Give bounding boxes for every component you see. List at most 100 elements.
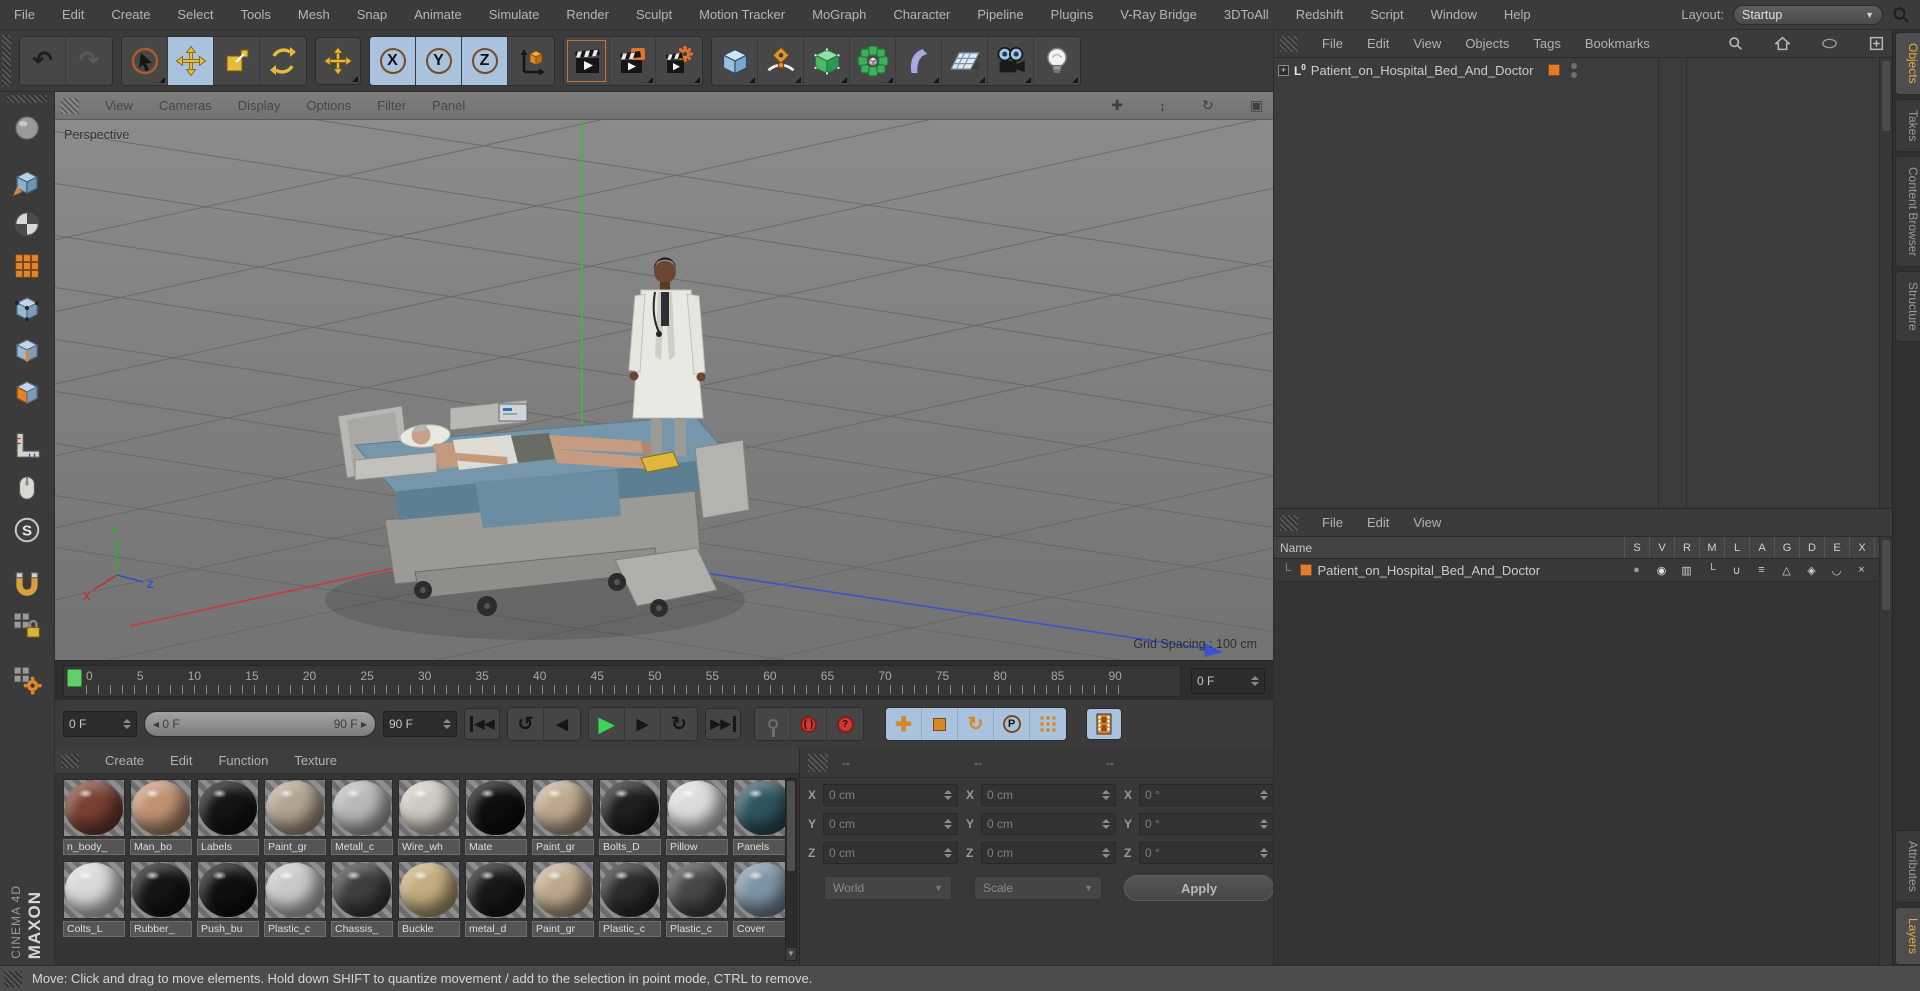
object-manager-menu-bookmarks[interactable]: Bookmarks xyxy=(1585,36,1650,51)
record-keyframe-button[interactable] xyxy=(755,708,791,740)
stepper-icon[interactable] xyxy=(1260,848,1268,858)
menu-file[interactable]: File xyxy=(14,7,35,22)
side-tab-content-browser[interactable]: Content Browser xyxy=(1895,156,1920,268)
y-axis-lock-button[interactable]: Y xyxy=(416,36,462,85)
autokey-button[interactable]: ( ) xyxy=(791,708,827,740)
generators-icon[interactable]: △ xyxy=(1774,564,1799,577)
goto-end-button[interactable]: ▶▶ xyxy=(705,708,741,740)
menu-character[interactable]: Character xyxy=(893,7,950,22)
state-dot-icon[interactable]: ● xyxy=(1624,564,1649,577)
layer-color-chip[interactable] xyxy=(1299,564,1312,576)
layout-select[interactable]: Startup ▼ xyxy=(1733,4,1883,25)
points-mode-button[interactable] xyxy=(7,288,47,328)
key-position-button[interactable]: ✚ xyxy=(886,708,922,740)
material-push-bu[interactable]: Push_bu xyxy=(197,861,259,937)
rotate-tool-button[interactable] xyxy=(260,36,306,85)
zoom-view-icon[interactable]: ↕ xyxy=(1159,98,1166,114)
menu-redshift[interactable]: Redshift xyxy=(1296,7,1344,22)
stepper-icon[interactable] xyxy=(1260,790,1268,800)
material-paint-gr[interactable]: Paint_gr xyxy=(532,779,594,855)
search-icon[interactable] xyxy=(1728,36,1743,51)
camera-button[interactable] xyxy=(988,36,1034,85)
side-tab-takes[interactable]: Takes xyxy=(1895,98,1920,153)
texture-mode-button[interactable] xyxy=(7,246,47,286)
material-paint-gr[interactable]: Paint_gr xyxy=(532,861,594,937)
coordinate-space-dropdown[interactable]: World ▼ xyxy=(824,876,952,900)
goto-start-button[interactable]: ◀◀ xyxy=(464,708,500,740)
end-frame-spinner[interactable]: 90 F xyxy=(383,711,457,737)
key-pla-button[interactable] xyxy=(1030,708,1066,740)
play-button[interactable]: ▶ xyxy=(589,708,625,740)
model-mode-button[interactable] xyxy=(7,204,47,244)
stepper-icon[interactable] xyxy=(1251,675,1259,686)
visibility-icon[interactable]: ◉ xyxy=(1649,564,1674,577)
workplane-button[interactable] xyxy=(7,426,47,466)
size-x-field[interactable]: 0 cm xyxy=(981,784,1116,806)
stepper-icon[interactable] xyxy=(944,848,952,858)
layer-manager-scrollbar[interactable] xyxy=(1879,537,1892,965)
menu-mograph[interactable]: MoGraph xyxy=(812,7,866,22)
frame-range-slider[interactable]: ◂ 0 F 90 F ▸ xyxy=(144,711,376,737)
polygons-mode-button[interactable] xyxy=(7,372,47,412)
object-manager-menu-tags[interactable]: Tags xyxy=(1533,36,1560,51)
previous-frame-button[interactable]: ◀ xyxy=(544,708,580,740)
light-button[interactable] xyxy=(1034,36,1080,85)
material-man-bo[interactable]: Man_bo xyxy=(130,779,192,855)
search-icon[interactable] xyxy=(1892,6,1910,24)
undo-button[interactable]: ↶ xyxy=(20,36,66,85)
menu-snap[interactable]: Snap xyxy=(357,7,387,22)
menu-plugins[interactable]: Plugins xyxy=(1051,7,1094,22)
object-manager-scrollbar[interactable] xyxy=(1879,58,1892,508)
play-backwards-button[interactable]: ↺ xyxy=(508,708,544,740)
menu-motion-tracker[interactable]: Motion Tracker xyxy=(699,7,785,22)
layer-manager-menu-file[interactable]: File xyxy=(1322,515,1343,530)
rotation-x-field[interactable]: 0 ° xyxy=(1139,784,1274,806)
stepper-icon[interactable] xyxy=(123,719,131,729)
snap-settings-button[interactable] xyxy=(7,660,47,700)
material-menu-create[interactable]: Create xyxy=(105,753,144,768)
app-mode-button[interactable] xyxy=(7,108,47,148)
menu-create[interactable]: Create xyxy=(111,7,150,22)
coordinate-mode-dropdown[interactable]: Scale ▼ xyxy=(974,876,1102,900)
viewport-tool-button[interactable] xyxy=(7,468,47,508)
status-grip[interactable] xyxy=(4,970,22,987)
apply-button[interactable]: Apply xyxy=(1124,875,1274,901)
material-scrollbar[interactable]: ▼ xyxy=(785,778,797,961)
viewport-menu-options[interactable]: Options xyxy=(306,98,351,113)
render-settings-button[interactable] xyxy=(656,36,702,85)
object-manager-menu-file[interactable]: File xyxy=(1322,36,1343,51)
home-icon[interactable] xyxy=(1775,36,1790,51)
expand-icon[interactable]: + xyxy=(1278,64,1289,76)
viewport-menu-view[interactable]: View xyxy=(105,98,133,113)
object-manager-menu-view[interactable]: View xyxy=(1413,36,1441,51)
current-frame-spinner[interactable]: 0 F xyxy=(1191,667,1265,694)
material-plastic-c[interactable]: Plastic_c xyxy=(599,861,661,937)
material-colts-l[interactable]: Colts_L xyxy=(63,861,125,937)
menu-v-ray-bridge[interactable]: V-Ray Bridge xyxy=(1120,7,1197,22)
material-plastic-c[interactable]: Plastic_c xyxy=(666,861,728,937)
stepper-icon[interactable] xyxy=(1260,819,1268,829)
menu-sculpt[interactable]: Sculpt xyxy=(636,7,672,22)
material-grip[interactable] xyxy=(61,753,79,768)
size-y-field[interactable]: 0 cm xyxy=(981,813,1116,835)
position-z-field[interactable]: 0 cm xyxy=(823,842,958,864)
side-tab-objects[interactable]: Objects xyxy=(1895,32,1920,95)
spline-pen-button[interactable] xyxy=(758,36,804,85)
material-plastic-c[interactable]: Plastic_c xyxy=(264,861,326,937)
render-picture-viewer-button[interactable] xyxy=(610,36,656,85)
layer-manager-grip[interactable] xyxy=(1280,514,1298,531)
material-mate[interactable]: Mate xyxy=(465,779,527,855)
next-frame-button[interactable]: ▶ xyxy=(625,708,661,740)
material-paint-gr[interactable]: Paint_gr xyxy=(264,779,326,855)
live-selection-button[interactable] xyxy=(122,36,168,85)
z-axis-lock-button[interactable]: Z xyxy=(462,36,508,85)
viewport-menu-display[interactable]: Display xyxy=(238,98,281,113)
menu-pipeline[interactable]: Pipeline xyxy=(977,7,1023,22)
deformers-icon[interactable]: ◈ xyxy=(1799,564,1824,577)
material-buckle[interactable]: Buckle xyxy=(398,861,460,937)
keyframe-selection-button[interactable]: ? xyxy=(827,708,863,740)
x-axis-lock-button[interactable]: X xyxy=(370,36,416,85)
playhead[interactable] xyxy=(67,668,82,687)
material-n-body[interactable]: n_body_ xyxy=(63,779,125,855)
material-metal-d[interactable]: metal_d xyxy=(465,861,527,937)
